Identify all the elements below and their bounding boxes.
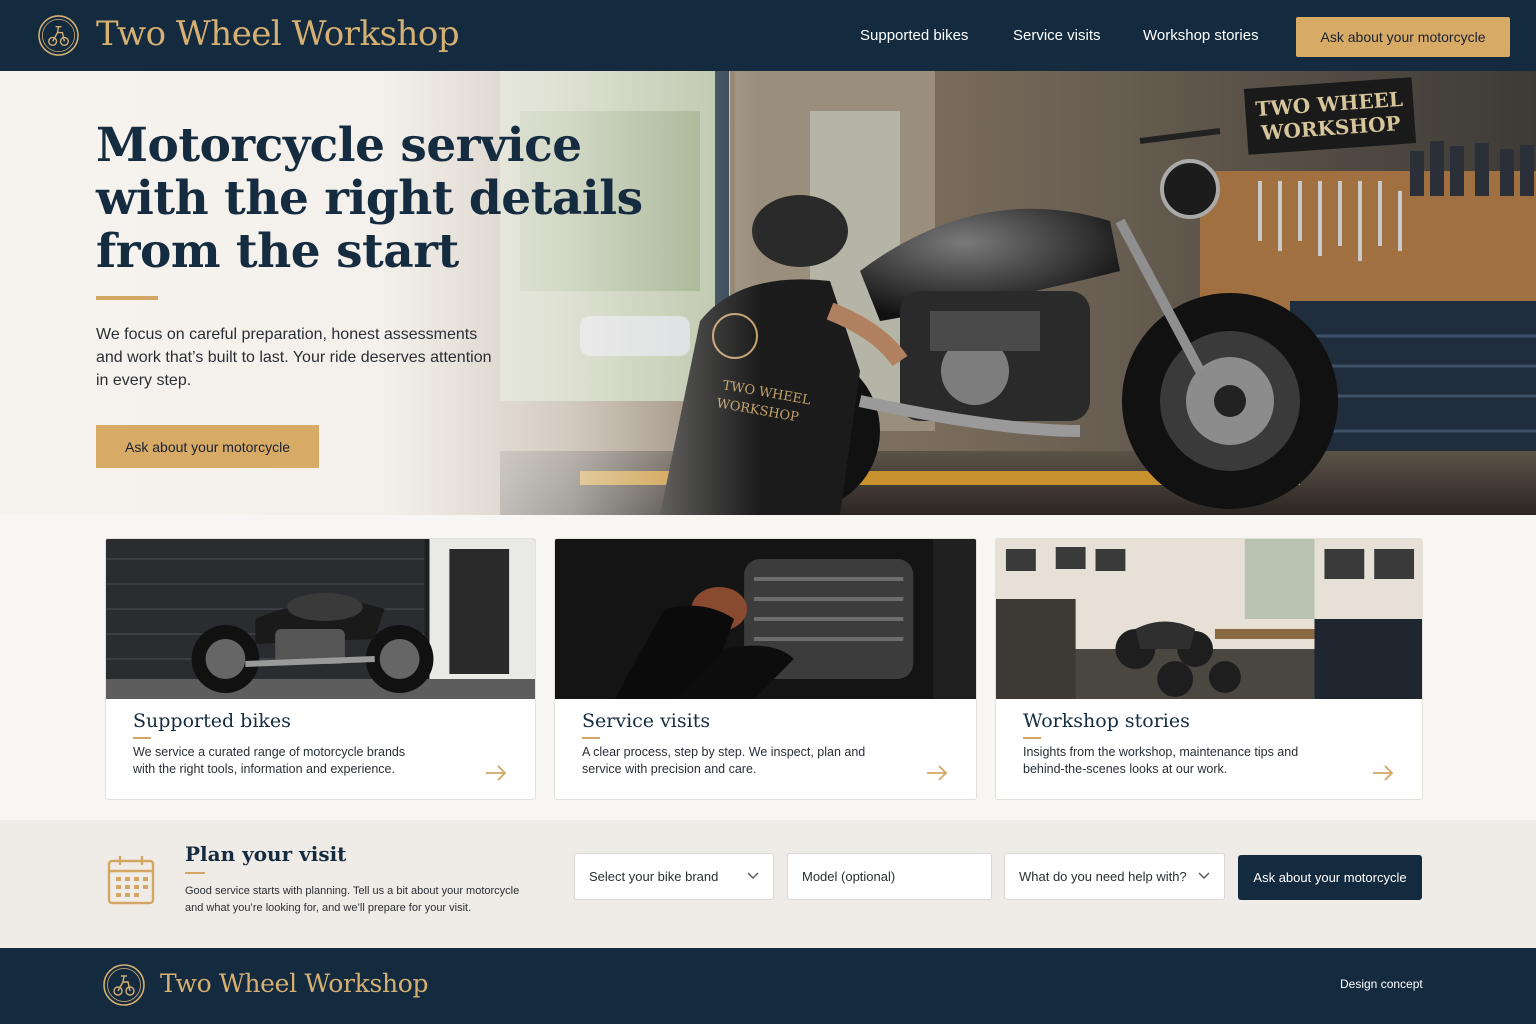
footer-brand-name[interactable]: Two Wheel Workshop xyxy=(160,969,429,998)
calendar-icon xyxy=(107,856,155,905)
help-type-select-value: What do you need help with? xyxy=(1019,869,1187,884)
arrow-right-icon[interactable] xyxy=(1372,765,1394,781)
plan-ask-button[interactable]: Ask about your motorcycle xyxy=(1238,855,1422,900)
supported-bikes-image xyxy=(106,539,535,699)
brand-name[interactable]: Two Wheel Workshop xyxy=(96,14,460,54)
plan-title: Plan your visit xyxy=(185,842,347,866)
plan-visit-section: Plan your visit Good service starts with… xyxy=(0,820,1536,948)
chevron-down-icon xyxy=(747,872,759,879)
card-divider xyxy=(1023,737,1041,739)
service-visits-image xyxy=(555,539,976,699)
card-title: Workshop stories xyxy=(1023,710,1190,732)
bike-brand-select[interactable]: Select your bike brand xyxy=(574,853,774,900)
card-divider xyxy=(133,737,151,739)
help-type-select[interactable]: What do you need help with? xyxy=(1004,853,1225,900)
footer-note: Design concept xyxy=(1340,977,1423,991)
model-field[interactable]: Model (optional) xyxy=(787,853,992,900)
nav-supported-bikes[interactable]: Supported bikes xyxy=(860,27,968,44)
card-service-visits[interactable]: Service visits A clear process, step by … xyxy=(554,538,977,800)
chevron-down-icon xyxy=(1198,872,1210,879)
site-header: Two Wheel Workshop Supported bikes Servi… xyxy=(0,0,1536,71)
arrow-right-icon[interactable] xyxy=(926,765,948,781)
arrow-right-icon[interactable] xyxy=(485,765,507,781)
hero-section: TWO WHEEL WORKSHOP TWO WHEEL WORKSHOP Mo… xyxy=(0,71,1536,515)
nav-service-visits[interactable]: Service visits xyxy=(1013,27,1101,44)
card-workshop-stories[interactable]: Workshop stories Insights from the works… xyxy=(995,538,1423,800)
logo-icon[interactable] xyxy=(37,14,80,57)
card-supported-bikes[interactable]: Supported bikes We service a curated ran… xyxy=(105,538,536,800)
workshop-stories-image xyxy=(996,539,1422,699)
logo-icon[interactable] xyxy=(102,963,146,1007)
nav-workshop-stories[interactable]: Workshop stories xyxy=(1143,27,1259,44)
card-description: We service a curated range of motorcycle… xyxy=(133,745,406,776)
header-ask-button[interactable]: Ask about your motorcycle xyxy=(1296,17,1510,57)
hero-description: We focus on careful preparation, honest … xyxy=(96,326,492,389)
model-field-placeholder: Model (optional) xyxy=(802,869,896,884)
card-divider xyxy=(582,737,600,739)
hero-divider xyxy=(96,296,158,300)
card-description: Insights from the workshop, maintenance … xyxy=(1023,745,1299,776)
site-footer: Two Wheel Workshop Design concept xyxy=(0,948,1536,1024)
plan-description: Good service starts with planning. Tell … xyxy=(185,885,520,914)
card-description: A clear process, step by step. We inspec… xyxy=(582,745,866,776)
hero-ask-button[interactable]: Ask about your motorcycle xyxy=(96,425,319,468)
bike-brand-select-value: Select your bike brand xyxy=(589,869,719,884)
card-title: Service visits xyxy=(582,710,711,732)
card-title: Supported bikes xyxy=(133,710,291,732)
hero-title: Motorcycle service with the right detail… xyxy=(96,118,643,279)
plan-divider xyxy=(185,872,205,874)
